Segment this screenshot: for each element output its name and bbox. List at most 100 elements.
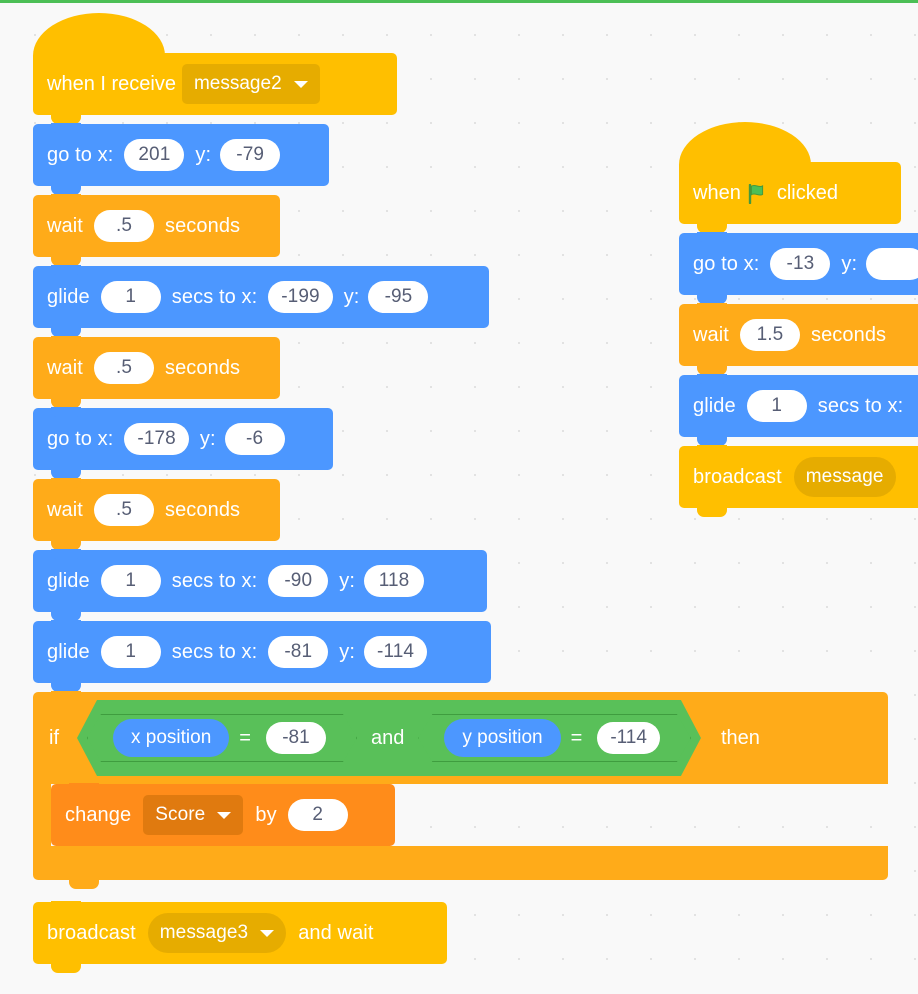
block-label: wait xyxy=(47,356,83,379)
dropdown-value: message2 xyxy=(193,73,282,94)
y-input[interactable]: -79 xyxy=(220,139,281,171)
script-when-green-flag-clicked[interactable]: when clicked go to x: -13 y: wait 1.5 se… xyxy=(679,120,918,517)
operator-equals-y[interactable]: y position = -114 xyxy=(418,714,691,762)
green-flag-icon xyxy=(748,183,770,205)
seconds-input[interactable]: .5 xyxy=(93,494,154,526)
secs-input[interactable]: 1 xyxy=(100,281,161,313)
if-then-body: change Score by 2 xyxy=(33,783,888,855)
y-label: y: xyxy=(343,285,360,308)
blocks-workspace-canvas[interactable]: when I receive message2 go to x: 201 y: … xyxy=(0,3,918,994)
block-go-to-xy-1[interactable]: go to x: 201 y: -79 xyxy=(33,123,329,195)
x-input[interactable]: -90 xyxy=(268,565,329,597)
hat-dome xyxy=(679,122,811,168)
y-label: y: xyxy=(199,427,216,450)
hat-when-flag-clicked[interactable]: when clicked xyxy=(679,122,901,233)
block-label: wait xyxy=(693,323,729,346)
if-label: if xyxy=(49,726,59,749)
editor-top-rule xyxy=(0,0,918,3)
block-go-to-xy-2[interactable]: go to x: -178 y: -6 xyxy=(33,407,333,479)
and-label: and xyxy=(370,726,405,749)
seconds-input[interactable]: .5 xyxy=(93,210,154,242)
equals-sign: = xyxy=(570,726,583,749)
if-then-footer xyxy=(33,846,888,889)
y-input[interactable]: -6 xyxy=(224,423,285,455)
block-wait-3[interactable]: wait .5 seconds xyxy=(33,478,280,550)
seconds-label: seconds xyxy=(164,356,241,379)
hat-when-i-receive[interactable]: when I receive message2 xyxy=(33,13,397,124)
block-label: glide xyxy=(47,285,90,308)
block-label: broadcast xyxy=(47,921,136,944)
secs-to-x-label: secs to x: xyxy=(817,394,904,417)
secs-to-x-label: secs to x: xyxy=(171,640,258,663)
secs-input[interactable]: 1 xyxy=(100,565,161,597)
equals-value-input[interactable]: -114 xyxy=(597,722,660,754)
dropdown-value: message xyxy=(805,466,884,487)
block-label: wait xyxy=(47,498,83,521)
block-glide-1[interactable]: glide 1 secs to x: -199 y: -95 xyxy=(33,265,489,337)
block-label: glide xyxy=(47,640,90,663)
if-then-substack[interactable]: change Score by 2 xyxy=(51,783,395,855)
equals-sign: = xyxy=(239,726,251,749)
hat-dome xyxy=(33,13,165,59)
block-broadcast[interactable]: broadcast message xyxy=(679,445,918,517)
y-input[interactable]: -95 xyxy=(368,281,429,313)
y-label: y: xyxy=(841,252,858,275)
operator-equals-x[interactable]: x position = -81 xyxy=(87,714,357,762)
block-wait-1[interactable]: wait 1.5 seconds xyxy=(679,303,918,375)
block-label: wait xyxy=(47,214,83,237)
change-amount-input[interactable]: 2 xyxy=(287,799,348,831)
seconds-label: seconds xyxy=(810,323,887,346)
x-input[interactable]: -81 xyxy=(268,636,329,668)
seconds-input[interactable]: .5 xyxy=(93,352,154,384)
block-glide-3[interactable]: glide 1 secs to x: -81 y: -114 xyxy=(33,620,491,692)
broadcast-message-dropdown[interactable]: message3 xyxy=(147,913,287,953)
dropdown-value: message3 xyxy=(159,922,249,943)
x-input[interactable]: 201 xyxy=(124,139,185,171)
seconds-label: seconds xyxy=(164,498,241,521)
block-wait-2[interactable]: wait .5 seconds xyxy=(33,336,280,408)
seconds-input[interactable]: 1.5 xyxy=(739,319,800,351)
y-input[interactable] xyxy=(866,248,918,280)
chevron-down-icon xyxy=(217,811,232,819)
block-label: glide xyxy=(47,569,90,592)
dropdown-value: Score xyxy=(155,804,206,825)
seconds-label: seconds xyxy=(164,214,241,237)
secs-input[interactable]: 1 xyxy=(100,636,161,668)
reporter-x-position[interactable]: x position xyxy=(113,719,229,757)
chevron-down-icon xyxy=(293,80,308,88)
block-label: go to x: xyxy=(47,427,114,450)
y-input[interactable]: -114 xyxy=(364,636,428,668)
y-input[interactable]: 118 xyxy=(364,565,425,597)
y-label: y: xyxy=(339,569,356,592)
block-go-to-xy-1[interactable]: go to x: -13 y: xyxy=(679,232,918,304)
block-label: go to x: xyxy=(47,143,114,166)
hat-label: when I receive xyxy=(47,72,176,95)
block-change-variable-by[interactable]: change Score by 2 xyxy=(51,783,395,855)
x-input[interactable]: -13 xyxy=(770,248,831,280)
block-broadcast-and-wait[interactable]: broadcast message3 and wait xyxy=(33,901,447,973)
broadcast-message-dropdown[interactable]: message xyxy=(793,457,896,497)
block-label: go to x: xyxy=(693,252,760,275)
broadcast-message-dropdown[interactable]: message2 xyxy=(181,64,320,104)
y-label: y: xyxy=(195,143,212,166)
operator-and[interactable]: x position = -81 and y position = -114 xyxy=(77,700,701,776)
and-wait-label: and wait xyxy=(298,921,374,944)
block-wait-1[interactable]: wait .5 seconds xyxy=(33,194,280,266)
block-glide-2[interactable]: glide 1 secs to x: -90 y: 118 xyxy=(33,549,487,621)
chevron-down-icon xyxy=(260,929,275,937)
reporter-y-position[interactable]: y position xyxy=(444,719,560,757)
secs-input[interactable]: 1 xyxy=(746,390,807,422)
block-glide-1[interactable]: glide 1 secs to x: xyxy=(679,374,918,446)
block-if-then[interactable]: if x position = -81 and y position = -11… xyxy=(33,691,888,889)
then-label: then xyxy=(720,726,760,749)
y-label: y: xyxy=(339,640,356,663)
x-input[interactable]: -199 xyxy=(268,281,333,313)
variable-dropdown[interactable]: Score xyxy=(143,795,244,835)
equals-value-input[interactable]: -81 xyxy=(266,722,326,754)
x-input[interactable]: -178 xyxy=(124,423,189,455)
block-label: change xyxy=(65,803,132,826)
block-label: glide xyxy=(693,394,736,417)
hat-label-clicked: clicked xyxy=(776,181,838,204)
if-then-header[interactable]: if x position = -81 and y position = -11… xyxy=(33,691,888,784)
by-label: by xyxy=(255,803,277,826)
